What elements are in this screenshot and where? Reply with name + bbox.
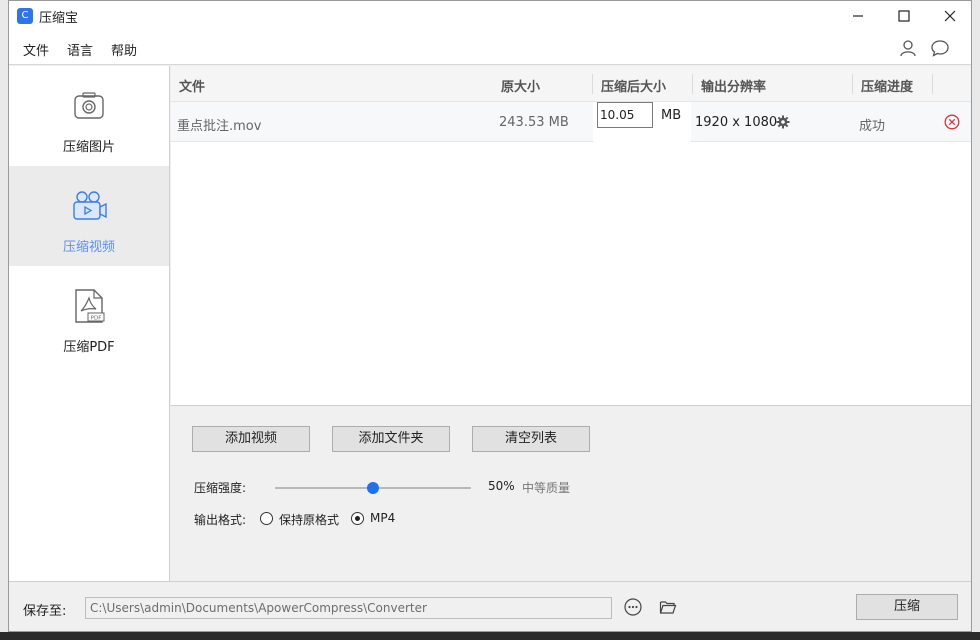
desktop-left-strip: [0, 0, 8, 632]
sidebar-item-label: 压缩视频: [62, 240, 115, 255]
feedback-chat-icon[interactable]: [930, 38, 950, 58]
format-label: 输出格式:: [194, 513, 247, 527]
row-status: 成功: [859, 119, 886, 134]
compressed-size-cell: MB: [593, 102, 691, 142]
window-title: 压缩宝: [39, 11, 79, 26]
sidebar-item-compress-image[interactable]: 压缩图片: [9, 66, 169, 166]
open-folder-icon[interactable]: [659, 598, 677, 616]
app-logo-icon: C: [17, 8, 33, 24]
close-button[interactable]: [927, 1, 973, 31]
desktop-right-strip: [972, 0, 980, 632]
sidebar-item-label: 压缩图片: [62, 140, 115, 155]
add-video-button[interactable]: 添加视频: [192, 426, 310, 452]
add-folder-button[interactable]: 添加文件夹: [332, 426, 450, 452]
column-header-progress: 压缩进度: [861, 80, 914, 95]
minimize-icon: [853, 15, 863, 17]
clear-list-button[interactable]: 清空列表: [472, 426, 590, 452]
column-header-file: 文件: [179, 80, 206, 95]
quality-label: 中等质量: [522, 481, 571, 495]
maximize-button[interactable]: [881, 1, 927, 31]
row-original-size: 243.53 MB: [499, 115, 569, 130]
maximize-icon: [898, 10, 910, 22]
video-camera-icon: [73, 191, 107, 220]
more-options-icon[interactable]: [624, 598, 642, 616]
file-list: 文件 原大小 压缩后大小 输出分辨率 压缩进度 重点批注.mov 243.53 …: [171, 66, 971, 406]
remove-item-icon[interactable]: [944, 114, 960, 130]
sidebar-item-label: 压缩PDF: [63, 340, 115, 355]
save-path-input[interactable]: [85, 597, 612, 619]
app-window: C 压缩宝 文件 语言 帮助 压缩图片 压缩视频 PDF 压缩PDF 文件 原大…: [8, 0, 972, 632]
pdf-file-icon: PDF: [75, 289, 105, 323]
format-keep-original-label[interactable]: 保持原格式: [279, 511, 339, 528]
format-mp4-radio[interactable]: [351, 512, 364, 525]
compressed-size-input[interactable]: [597, 102, 653, 128]
column-header-resolution: 输出分辨率: [701, 80, 767, 95]
format-keep-original-radio[interactable]: [260, 512, 273, 525]
menu-language[interactable]: 语言: [67, 40, 93, 59]
menu-help[interactable]: 帮助: [111, 40, 137, 59]
row-file-name: 重点批注.mov: [177, 119, 262, 134]
sidebar-item-compress-pdf[interactable]: PDF 压缩PDF: [9, 266, 169, 366]
column-divider: [692, 74, 693, 94]
table-header: 文件 原大小 压缩后大小 输出分辨率 压缩进度: [171, 66, 971, 102]
footer-bar: 保存至: 压缩: [9, 581, 971, 631]
row-resolution: 1920 x 1080: [695, 115, 778, 130]
strength-slider-thumb[interactable]: [367, 482, 379, 494]
column-header-original-size: 原大小: [501, 80, 541, 95]
resolution-settings-gear-icon[interactable]: [776, 115, 790, 129]
sidebar: 压缩图片 压缩视频 PDF 压缩PDF: [9, 66, 170, 581]
svg-text:PDF: PDF: [91, 316, 102, 322]
column-divider: [852, 74, 853, 94]
column-header-compressed-size: 压缩后大小: [601, 80, 667, 95]
strength-label: 压缩强度:: [194, 481, 247, 495]
compress-button[interactable]: 压缩: [856, 594, 958, 620]
title-bar: C 压缩宝: [9, 1, 971, 31]
table-row[interactable]: 重点批注.mov 243.53 MB MB 1920 x 1080 成功: [171, 102, 971, 142]
sidebar-item-compress-video[interactable]: 压缩视频: [9, 166, 169, 266]
format-mp4-label[interactable]: MP4: [370, 511, 395, 525]
save-to-label: 保存至:: [23, 604, 67, 619]
settings-panel: 添加视频 添加文件夹 清空列表 压缩强度: 50% 中等质量 输出格式: 保持原…: [171, 406, 971, 581]
column-divider: [592, 74, 593, 94]
strength-percent: 50%: [488, 479, 515, 493]
menu-bar: 文件 语言 帮助: [9, 31, 971, 65]
close-icon: [944, 10, 956, 22]
camera-icon: [74, 92, 104, 119]
menu-file[interactable]: 文件: [23, 40, 49, 59]
taskbar-strip: [0, 632, 980, 640]
compressed-size-unit: MB: [661, 108, 682, 123]
minimize-button[interactable]: [835, 1, 881, 31]
column-divider: [932, 74, 933, 94]
user-icon[interactable]: [898, 38, 918, 58]
